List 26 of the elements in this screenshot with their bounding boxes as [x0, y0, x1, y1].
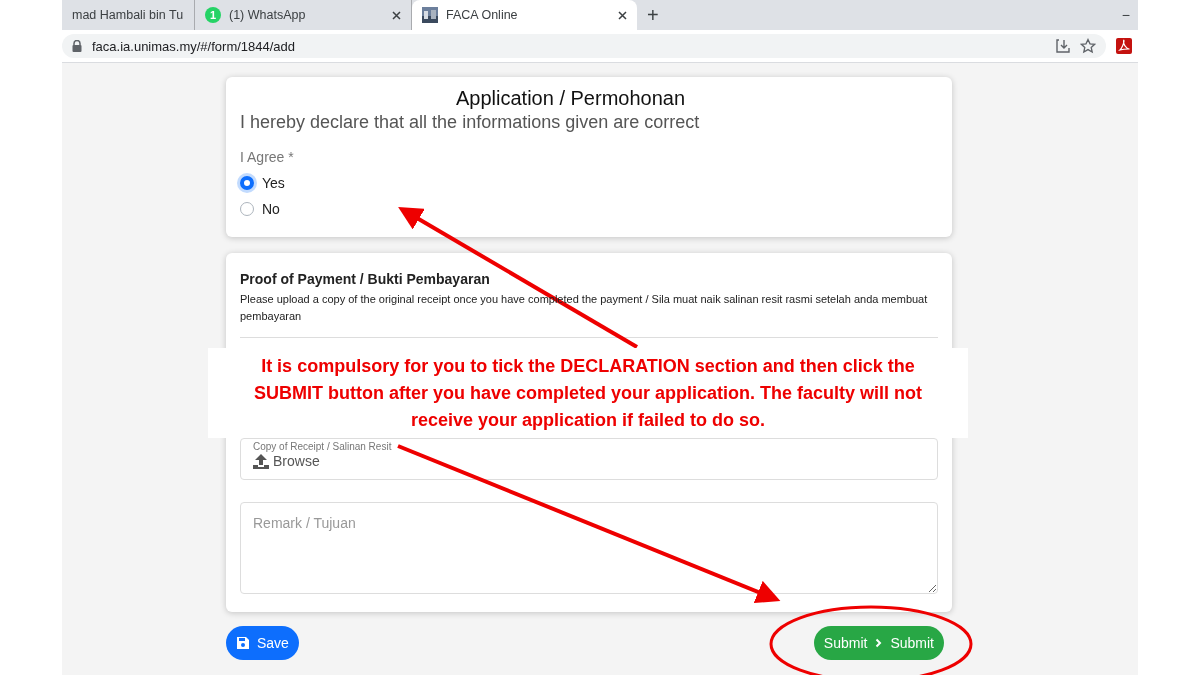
minimize-button[interactable]: − — [1121, 7, 1130, 23]
section-title: Proof of Payment / Bukti Pembayaran — [240, 271, 491, 287]
floppy-icon — [236, 636, 250, 650]
form-title: Application / Permohonan — [456, 87, 687, 110]
radio-button[interactable] — [240, 176, 254, 190]
badge-icon: 1 — [205, 7, 221, 23]
save-button[interactable]: Save — [226, 626, 299, 660]
upload-icon — [253, 453, 269, 469]
declaration-text: I hereby declare that all the informations given are correct — [240, 112, 701, 133]
chevron-icon — [875, 638, 883, 648]
new-tab-button[interactable]: + — [647, 3, 659, 27]
radio-button[interactable] — [240, 202, 254, 216]
star-icon[interactable] — [1080, 38, 1096, 54]
radio-option[interactable]: Yes — [240, 175, 938, 191]
install-icon[interactable] — [1056, 39, 1070, 53]
field-label: I Agree * — [240, 149, 295, 165]
radio-option[interactable]: No — [240, 201, 938, 217]
close-icon[interactable] — [392, 10, 401, 20]
close-icon[interactable] — [618, 10, 627, 20]
pdf-icon[interactable] — [1116, 38, 1132, 54]
browser-tab[interactable]: FACA Online — [412, 0, 637, 30]
file-field[interactable]: Copy of Receipt / Salinan Resit Browse — [240, 438, 938, 480]
address-bar[interactable]: faca.ia.unimas.my/#/form/1844/add — [62, 34, 1106, 58]
remark-field[interactable]: Remark / Tujuan — [240, 502, 938, 594]
lock-icon — [72, 40, 82, 52]
callout-note: It is compulsory for you to tick the DECLARATION section and then click the SUBMIT button after you have completed your application. The faculty will not receive your application if failed to do so. — [208, 348, 968, 438]
